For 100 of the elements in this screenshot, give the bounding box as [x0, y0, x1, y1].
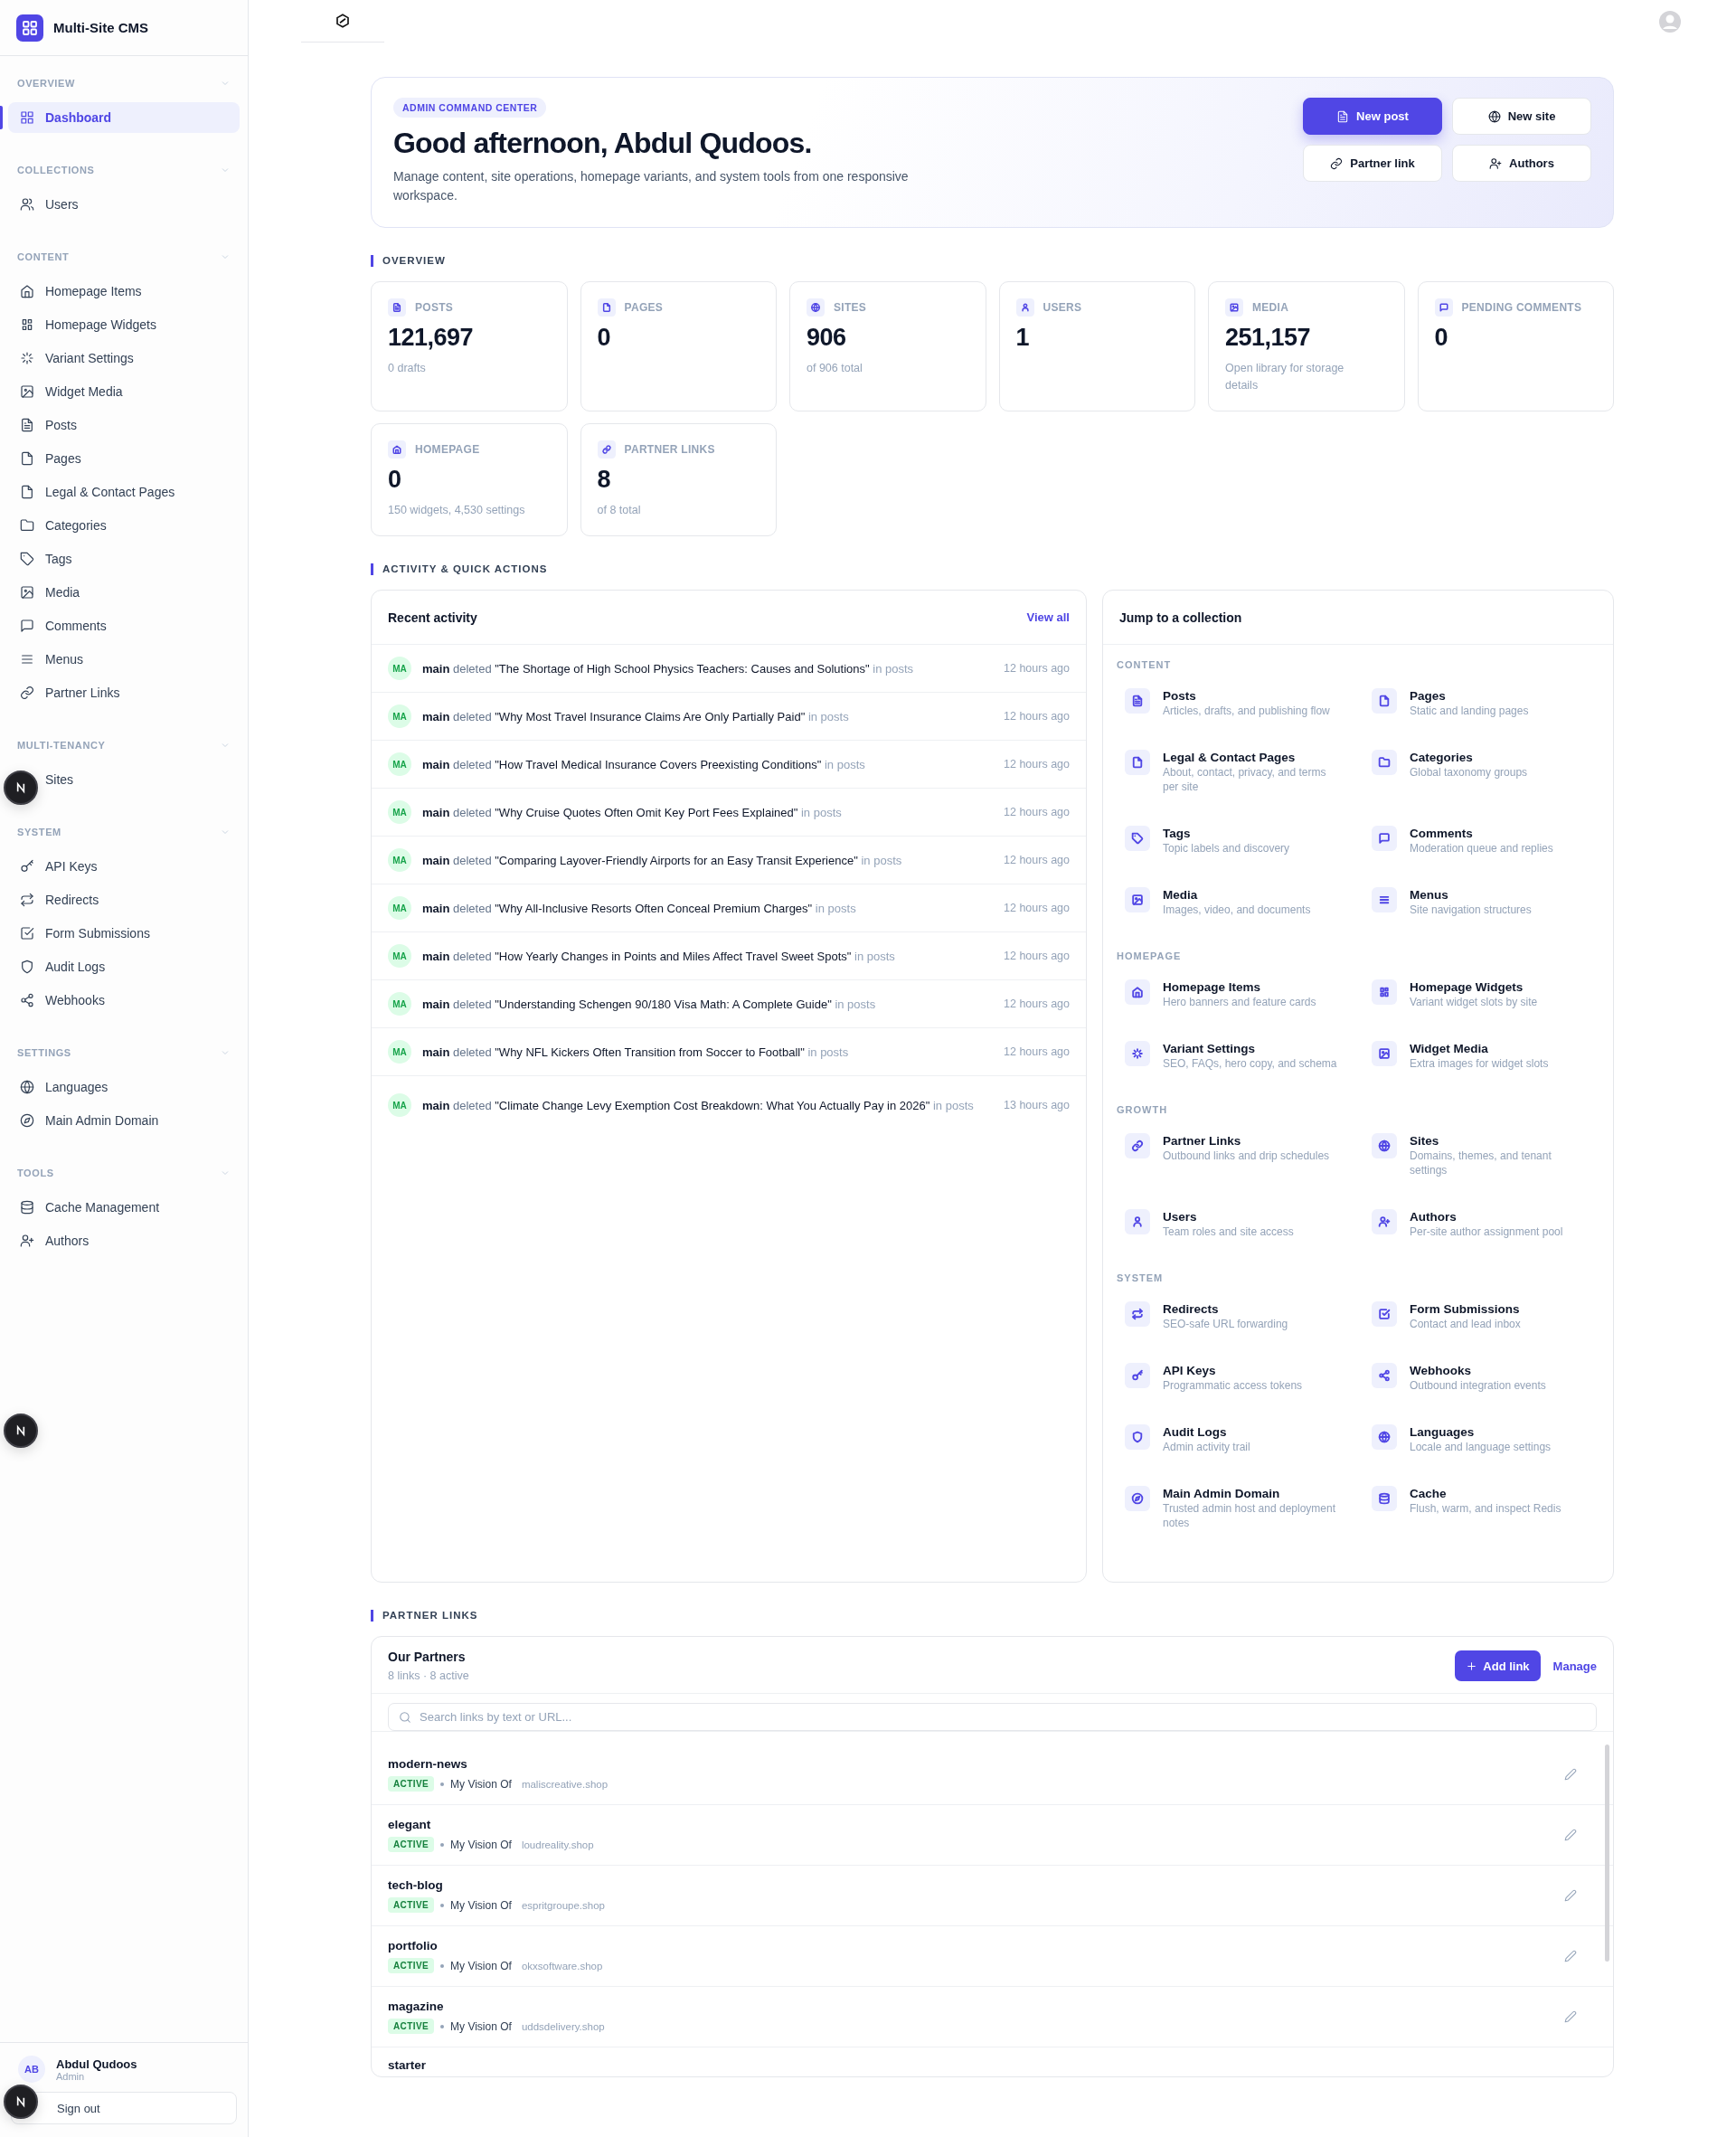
edit-icon[interactable] [1564, 1768, 1577, 1781]
nav-item[interactable]: Form Submissions [8, 918, 240, 949]
key-icon [20, 859, 34, 874]
collection-link[interactable]: Authors Per-site author assignment pool [1363, 1200, 1600, 1262]
nav-item[interactable]: Webhooks [8, 985, 240, 1016]
globe-icon [1372, 1133, 1397, 1158]
nav-item[interactable]: Audit Logs [8, 951, 240, 982]
nav-item[interactable]: Media [8, 577, 240, 608]
stat-value: 251,157 [1225, 324, 1312, 352]
status-badge: ACTIVE [388, 1958, 435, 1973]
dev-tools-toast[interactable] [4, 2085, 38, 2119]
collection-title: Legal & Contact Pages [1163, 750, 1297, 765]
profile-avatar-icon[interactable] [1658, 9, 1682, 33]
collection-link[interactable]: Users Team roles and site access [1116, 1200, 1354, 1262]
collection-description: Static and landing pages [1410, 704, 1529, 718]
collection-link[interactable]: Pages Static and landing pages [1363, 679, 1600, 741]
nav-item[interactable]: Users [8, 189, 240, 220]
collection-link[interactable]: Widget Media Extra images for widget slots [1363, 1032, 1600, 1093]
user-avatar: MA [388, 1040, 411, 1064]
nav-item[interactable]: Widget Media [8, 376, 240, 407]
collection-link[interactable]: Homepage Widgets Variant widget slots by site [1363, 970, 1600, 1032]
collection-link[interactable]: Legal & Contact Pages About, contact, privacy, and terms per site [1116, 741, 1354, 817]
edit-icon[interactable] [1564, 1950, 1577, 1962]
edit-icon[interactable] [1564, 2010, 1577, 2023]
collection-description: Programmatic access tokens [1163, 1378, 1303, 1393]
collection-link[interactable]: Menus Site navigation structures [1363, 878, 1600, 940]
nav-item[interactable]: Redirects [8, 884, 240, 915]
scrollbar[interactable] [1605, 1745, 1609, 1962]
collection-link[interactable]: Languages Locale and language settings [1363, 1415, 1600, 1477]
edit-icon[interactable] [1564, 1829, 1577, 1841]
document-icon [388, 298, 406, 317]
nav-item[interactable]: Homepage Items [8, 276, 240, 307]
action-button[interactable]: Partner link [1303, 145, 1442, 182]
collection-link[interactable]: Media Images, video, and documents [1116, 878, 1354, 940]
home-icon [1125, 979, 1150, 1005]
link-icon [597, 440, 616, 459]
view-all-link[interactable]: View all [1026, 610, 1070, 624]
nav-item[interactable]: Legal & Contact Pages [8, 477, 240, 507]
group-title: GROWTH [1116, 1104, 1169, 1115]
stat-note: of 8 total [597, 503, 642, 518]
collection-link[interactable]: Webhooks Outbound integration events [1363, 1354, 1600, 1415]
collection-link[interactable]: Form Submissions Contact and lead inbox [1363, 1292, 1600, 1354]
collection-link[interactable]: Audit Logs Admin activity trail [1116, 1415, 1354, 1477]
image-icon [1372, 1041, 1397, 1066]
edit-icon[interactable] [1564, 1889, 1577, 1902]
globe-icon [1372, 1424, 1397, 1450]
dev-tools-toast[interactable] [4, 771, 38, 805]
globe-icon [807, 298, 825, 317]
panel-title: Recent activity [388, 610, 477, 625]
activity-time: 12 hours ago [1004, 854, 1070, 866]
partner-name: starter [388, 2058, 427, 2072]
collection-link[interactable]: API Keys Programmatic access tokens [1116, 1354, 1354, 1415]
collection-link[interactable]: Redirects SEO-safe URL forwarding [1116, 1292, 1354, 1354]
nav-item[interactable]: API Keys [8, 851, 240, 882]
action-button[interactable]: Authors [1452, 145, 1591, 182]
nav-item[interactable]: Main Admin Domain [8, 1105, 240, 1136]
nav-item[interactable]: Authors [8, 1225, 240, 1256]
user-avatar: MA [388, 704, 411, 728]
nav-item[interactable]: Languages [8, 1072, 240, 1102]
nav-item[interactable]: Pages [8, 443, 240, 474]
manage-link[interactable]: Manage [1552, 1659, 1597, 1673]
action-button[interactable]: New site [1452, 98, 1591, 135]
share-icon [1372, 1363, 1397, 1388]
nav-item[interactable]: Partner Links [8, 677, 240, 708]
action-button[interactable]: New post [1303, 98, 1442, 135]
collection-link[interactable]: Homepage Items Hero banners and feature cards [1116, 970, 1354, 1032]
collection-link[interactable]: Tags Topic labels and discovery [1116, 817, 1354, 878]
arrows-icon [20, 893, 34, 907]
collection-link[interactable]: Sites Domains, themes, and tenant settings [1363, 1124, 1600, 1200]
nav-section-title: OVERVIEW [17, 78, 75, 89]
collection-link[interactable]: Partner Links Outbound links and drip schedules [1116, 1124, 1354, 1200]
status-badge: ACTIVE [388, 1776, 435, 1792]
nav-item[interactable]: Menus [8, 644, 240, 675]
nav-item[interactable]: Categories [8, 510, 240, 541]
collection-link[interactable]: Categories Global taxonomy groups [1363, 741, 1600, 817]
search-field[interactable]: Search links by text or URL... [388, 1703, 1597, 1731]
plus-icon [1466, 1659, 1478, 1672]
partner-domain: okxsoftware.shop [521, 1960, 603, 1972]
globe-icon [20, 1080, 34, 1094]
sign-out-button[interactable]: Sign out [11, 2092, 237, 2124]
collection-link[interactable]: Posts Articles, drafts, and publishing flow [1116, 679, 1354, 741]
nav-item[interactable]: Variant Settings [8, 343, 240, 374]
nav-item[interactable]: Tags [8, 544, 240, 574]
stat-value: 906 [807, 324, 847, 352]
folder-icon [20, 518, 34, 533]
add-link-button[interactable]: Add link [1455, 1650, 1541, 1681]
nav-item[interactable]: Homepage Widgets [8, 309, 240, 340]
dev-tools-toast[interactable] [4, 1414, 38, 1448]
nav-item[interactable]: Cache Management [8, 1192, 240, 1223]
partner-domain: espritgroupe.shop [521, 1899, 605, 1911]
compass-icon [1125, 1486, 1150, 1511]
hero-badge: ADMIN COMMAND CENTER [393, 98, 547, 118]
nav-item[interactable]: Posts [8, 410, 240, 440]
nav-item[interactable]: Comments [8, 610, 240, 641]
collection-link[interactable]: Cache Flush, warm, and inspect Redis [1363, 1477, 1600, 1553]
collection-link[interactable]: Main Admin Domain Trusted admin host and deployment notes [1116, 1477, 1354, 1553]
collection-link[interactable]: Variant Settings SEO, FAQs, hero copy, and schema [1116, 1032, 1354, 1093]
collection-link[interactable]: Comments Moderation queue and replies [1363, 817, 1600, 878]
anchor-text: My Vision Of [450, 1898, 512, 1912]
status-badge: ACTIVE [388, 1837, 435, 1852]
